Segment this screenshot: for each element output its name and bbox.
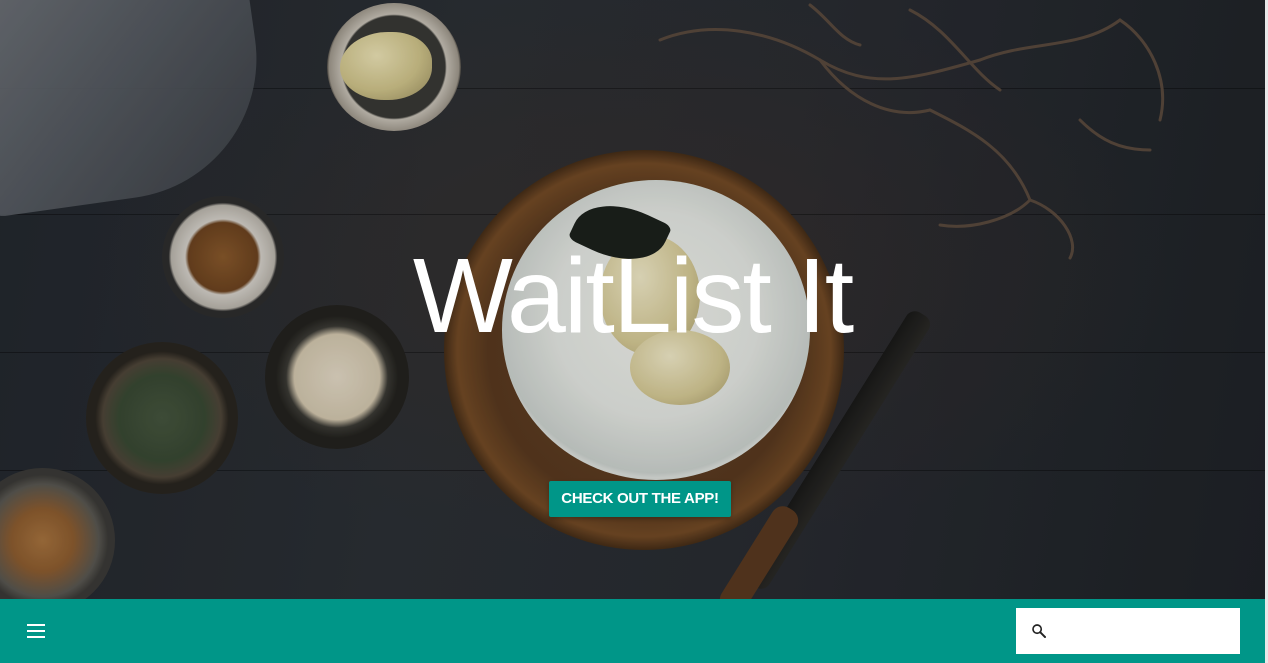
bottom-app-bar [0, 599, 1265, 663]
page: WaitList It CHECK OUT THE APP! [0, 0, 1268, 663]
search-input[interactable] [1058, 608, 1234, 654]
hero-title: WaitList It [412, 237, 854, 355]
menu-button[interactable] [20, 619, 52, 643]
hamburger-menu-icon [27, 624, 45, 638]
check-out-app-button[interactable]: CHECK OUT THE APP! [549, 481, 731, 517]
search-icon [1032, 624, 1046, 638]
search-box [1016, 608, 1240, 654]
hero-section: WaitList It CHECK OUT THE APP! [0, 0, 1265, 599]
